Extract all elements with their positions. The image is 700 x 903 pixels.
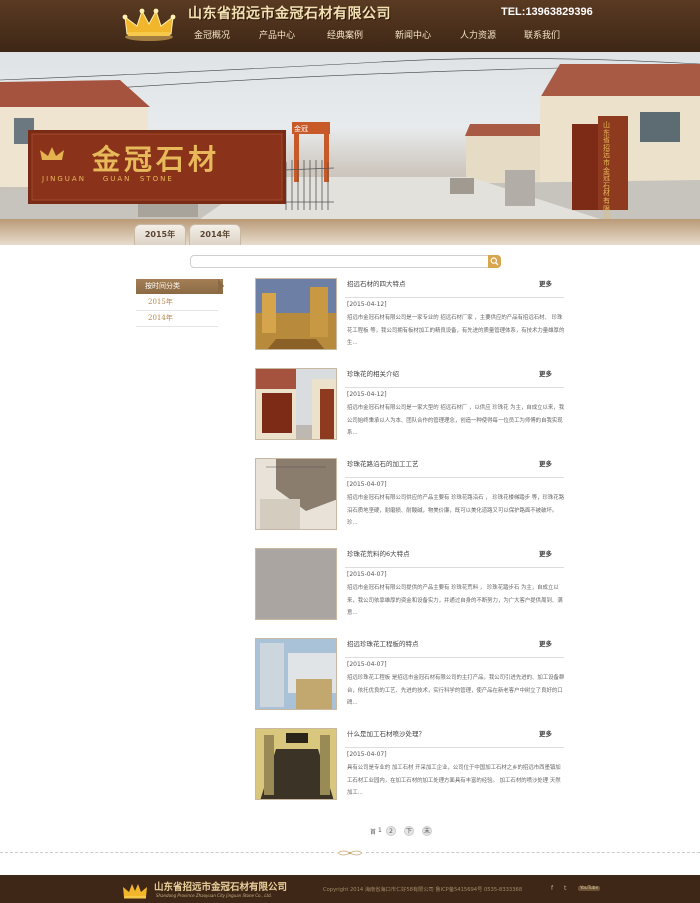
banner-image: 金冠石材 JINGUAN GUAN STONE 金冠 山东省招远市金冠石材有限公… bbox=[0, 52, 700, 219]
divider bbox=[345, 747, 564, 748]
news-date: [2015-04-07] bbox=[347, 481, 387, 488]
nav-item-news[interactable]: 新闻中心 bbox=[395, 28, 431, 41]
news-date: [2015-04-07] bbox=[347, 661, 387, 668]
company-name: 山东省招远市金冠石材有限公司 bbox=[188, 6, 391, 22]
news-date: [2015-04-07] bbox=[347, 751, 387, 758]
footer-company-name: 山东省招远市金冠石材有限公司 bbox=[154, 882, 288, 893]
list-item: 招远石材的四大特点 更多 [2015-04-12] 招远市金冠石材有限公司是一家… bbox=[255, 278, 565, 353]
banner-sign-en: JINGUAN GUAN STONE bbox=[42, 175, 174, 183]
page-last[interactable]: 末 bbox=[422, 826, 432, 836]
list-item: 珍珠花的相关介绍 更多 [2015-04-12] 招远市金冠石材有限公司是一家大… bbox=[255, 368, 565, 443]
search-button[interactable] bbox=[488, 255, 501, 268]
more-link[interactable]: 更多 bbox=[539, 278, 552, 288]
crown-logo-icon bbox=[123, 884, 147, 899]
news-date: [2015-04-12] bbox=[347, 391, 387, 398]
news-title[interactable]: 招远珍珠花工程板的特点 bbox=[347, 638, 419, 648]
site-header: 山东省招远市金冠石材有限公司 TEL:13963829396 金冠概况 产品中心… bbox=[0, 0, 700, 52]
news-summary: 具有公司是专业的 加工石材 开采加工企业，公司位于中国加工石材之乡的招远市西墨镇… bbox=[347, 765, 561, 797]
news-date: [2015-04-12] bbox=[347, 301, 387, 308]
news-thumbnail[interactable] bbox=[255, 728, 337, 800]
news-thumbnail[interactable] bbox=[255, 278, 337, 350]
phone-number: TEL:13963829396 bbox=[501, 6, 593, 18]
list-item: 什么是加工石材喷沙处理？ 更多 [2015-04-07] 具有公司是专业的 加工… bbox=[255, 728, 565, 803]
page-first[interactable]: 首 bbox=[370, 827, 376, 836]
news-title[interactable]: 珍珠花路沿石的加工工艺 bbox=[347, 458, 419, 468]
news-thumbnail[interactable] bbox=[255, 548, 337, 620]
tab-2015[interactable]: 2015年 bbox=[134, 224, 186, 245]
sidebar-item-2015[interactable]: 2015年 bbox=[136, 295, 218, 311]
page-current: 1 bbox=[378, 827, 382, 834]
twitter-icon[interactable]: t bbox=[564, 885, 566, 892]
news-title[interactable]: 什么是加工石材喷沙处理？ bbox=[347, 728, 425, 738]
nav-item-hr[interactable]: 人力资源 bbox=[460, 28, 496, 41]
news-title[interactable]: 珍珠花荒料的6大特点 bbox=[347, 548, 410, 558]
news-date: [2015-04-07] bbox=[347, 571, 387, 578]
list-item: 珍珠花荒料的6大特点 更多 [2015-04-07] 招远市金冠石材有限公司提供… bbox=[255, 548, 565, 623]
site-footer: 山东省招远市金冠石材有限公司 Shandong Province Zhaoyua… bbox=[0, 875, 700, 903]
nav-item-cases[interactable]: 经典案例 bbox=[327, 28, 363, 41]
search-input[interactable] bbox=[190, 255, 501, 268]
nav-item-contact[interactable]: 联系我们 bbox=[524, 28, 560, 41]
factory-gate-photo bbox=[0, 58, 700, 219]
divider bbox=[345, 387, 564, 388]
news-thumbnail[interactable] bbox=[255, 458, 337, 530]
news-title[interactable]: 珍珠花的相关介绍 bbox=[347, 368, 399, 378]
divider bbox=[345, 657, 564, 658]
search-icon bbox=[490, 257, 499, 266]
nav-item-products[interactable]: 产品中心 bbox=[259, 28, 295, 41]
footer-company-en: Shandong Province Zhaoyuan City Jinguan … bbox=[156, 893, 272, 898]
news-thumbnail[interactable] bbox=[255, 368, 337, 440]
more-link[interactable]: 更多 bbox=[539, 368, 552, 378]
list-item: 珍珠花路沿石的加工工艺 更多 [2015-04-07] 招远市金冠石材有限公司供… bbox=[255, 458, 565, 533]
divider bbox=[345, 297, 564, 298]
sidebar-title: 按时间分类 bbox=[136, 279, 223, 294]
more-link[interactable]: 更多 bbox=[539, 728, 552, 738]
news-summary: 招远市金冠石材有限公司是一家大型的 招远石材厂 ，以供应 珍珠花 为主，自成立以… bbox=[347, 405, 565, 437]
banner-crane-label: 金冠 bbox=[294, 125, 308, 133]
facebook-icon[interactable]: f bbox=[551, 885, 553, 892]
more-link[interactable]: 更多 bbox=[539, 458, 552, 468]
banner-sign-text: 金冠石材 bbox=[92, 143, 221, 176]
news-thumbnail[interactable] bbox=[255, 638, 337, 710]
banner-strip bbox=[0, 219, 700, 245]
sidebar-item-2014[interactable]: 2014年 bbox=[136, 311, 218, 327]
ornament-icon bbox=[336, 849, 364, 857]
news-summary: 招远珍珠花工程板 是招远市金冠石材有限公司的主打产品，我公司引进先进的、加工设备… bbox=[347, 675, 565, 707]
news-summary: 招远市金冠石材有限公司供应的产品主要有 珍珠花路沿石 ， 珍珠花楼梯踏步 等，珍… bbox=[347, 495, 565, 527]
copyright: Copyright 2014 海南省海口市仁好58有限公司 鲁ICP备54156… bbox=[323, 887, 523, 893]
crown-logo-icon[interactable] bbox=[122, 8, 176, 42]
youtube-icon[interactable]: YouTube bbox=[578, 886, 601, 891]
nav-item-about[interactable]: 金冠概况 bbox=[194, 28, 230, 41]
sidebar-title-arrow bbox=[218, 279, 224, 293]
page-2[interactable]: 2 bbox=[386, 826, 396, 836]
news-summary: 招远市金冠石材有限公司是一家专业的 招远石材厂家 ，主要供应的产品有招远石材、 … bbox=[347, 315, 565, 347]
news-summary: 招远市金冠石材有限公司提供的产品主要有 珍珠花荒料 ， 珍珠花踏步石 为主，自成… bbox=[347, 585, 563, 617]
banner-gate-text: 山东省招远市金冠石材有限公司 bbox=[603, 121, 610, 219]
page-next[interactable]: 下 bbox=[404, 826, 414, 836]
divider bbox=[345, 567, 564, 568]
tab-2014[interactable]: 2014年 bbox=[189, 224, 241, 245]
divider bbox=[345, 477, 564, 478]
more-link[interactable]: 更多 bbox=[539, 548, 552, 558]
news-title[interactable]: 招远石材的四大特点 bbox=[347, 278, 406, 288]
more-link[interactable]: 更多 bbox=[539, 638, 552, 648]
list-item: 招远珍珠花工程板的特点 更多 [2015-04-07] 招远珍珠花工程板 是招远… bbox=[255, 638, 565, 713]
